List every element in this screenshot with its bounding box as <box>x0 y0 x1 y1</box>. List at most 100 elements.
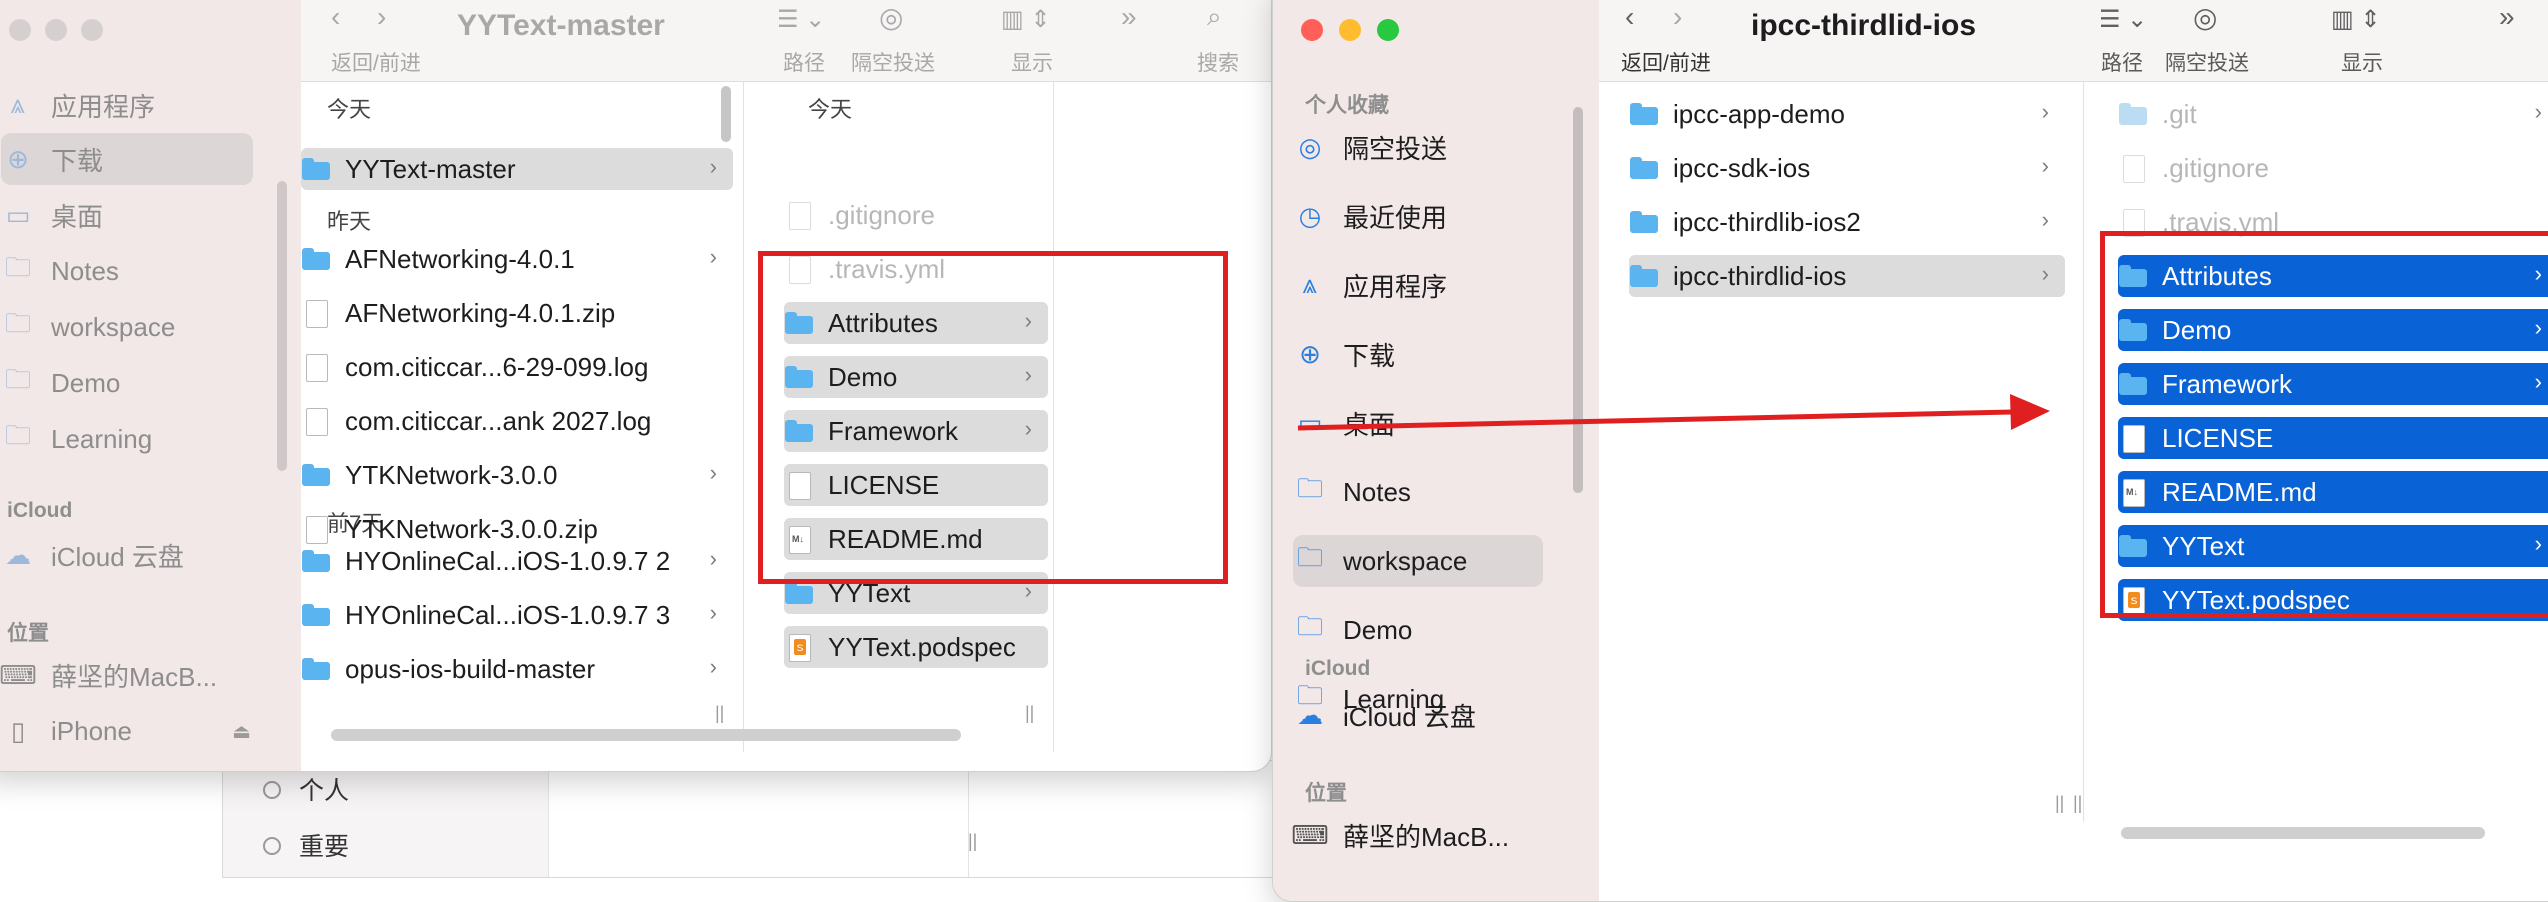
sidebar-item-label: Demo <box>1343 614 1413 645</box>
item-name: .gitignore <box>828 199 935 230</box>
sidebar-item-notes[interactable]: 🗀 Notes <box>1 245 233 297</box>
list-item[interactable]: ipcc-app-demo › <box>1629 93 2065 135</box>
path-list-icon[interactable]: ☰ ⌄ <box>777 5 825 34</box>
close-button[interactable] <box>9 19 31 41</box>
list-item[interactable]: ipcc-thirdlid-ios › <box>1629 255 2065 297</box>
airdrop-icon[interactable]: ◎ <box>879 1 903 34</box>
list-item[interactable]: AFNetworking-4.0.1.zip <box>301 292 733 334</box>
sidebar-item-label: iCloud 云盘 <box>1343 701 1476 732</box>
horizontal-scrollbar[interactable] <box>2121 827 2485 839</box>
column-resize-handle[interactable]: || <box>2073 793 2082 814</box>
sidebar-item[interactable]: ⩓ 应用程序 <box>1293 259 1543 311</box>
sidebar-item[interactable]: ⊕ 下载 <box>1293 328 1543 380</box>
airdrop-icon[interactable]: ◎ <box>2193 1 2217 34</box>
horizontal-scrollbar[interactable] <box>331 729 961 741</box>
folder-icon <box>301 656 331 682</box>
list-item[interactable]: ipcc-thirdlib-ios2 › <box>1629 201 2065 243</box>
background-finder-window: 个人 重要 || <box>222 760 1284 878</box>
annotation-arrow <box>1297 394 2050 431</box>
forward-arrow-icon[interactable]: › <box>1673 1 1682 33</box>
folder-icon: 🗀 <box>1296 542 1323 572</box>
search-icon[interactable]: ⌕ <box>1207 1 1222 33</box>
column-resize-handle[interactable]: || <box>715 703 724 724</box>
sidebar-item[interactable]: ◎ 隔空投送 <box>1293 121 1543 173</box>
zip-file-icon <box>301 300 331 328</box>
chevron-right-icon: › <box>2041 153 2049 178</box>
folder-icon: 🗀 <box>1296 473 1323 503</box>
sidebar-item[interactable]: 🗀 Demo <box>1293 604 1543 656</box>
document-icon <box>784 202 814 230</box>
tag-important[interactable]: 重要 <box>263 827 349 863</box>
path-list-icon[interactable]: ☰ ⌄ <box>2099 5 2147 34</box>
cloud-icon: ☁ <box>5 539 31 570</box>
list-item[interactable]: .gitignore <box>2118 147 2548 189</box>
arrow-shaft <box>1297 409 2013 431</box>
zoom-button[interactable] <box>1377 19 1399 41</box>
column-resize-handle[interactable]: || <box>2055 793 2064 814</box>
column-resize-handle[interactable]: || <box>968 831 977 852</box>
list-item[interactable]: YTKNetwork-3.0.0 › <box>301 454 733 496</box>
list-item[interactable]: ｓ YYText.podspec <box>784 626 1048 668</box>
back-arrow-icon[interactable]: ‹ <box>331 1 340 33</box>
sidebar-item-applications[interactable]: ⩓ 应用程序 <box>1 79 233 131</box>
sidebar-item-demo[interactable]: 🗀 Demo <box>1 357 233 409</box>
sidebar-item-macbook[interactable]: ⌨ 薛坚的MacB... <box>1291 809 1543 861</box>
item-name: AFNetworking-4.0.1 <box>345 243 575 274</box>
path-label: 路径 <box>2101 52 2143 75</box>
column-scrollbar[interactable] <box>721 86 731 142</box>
background-sidebar: 个人 重要 <box>223 761 548 877</box>
chevron-right-icon: › <box>709 154 717 179</box>
sidebar-section-locations: 位置 <box>7 622 49 645</box>
eject-icon[interactable]: ⏏ <box>232 719 251 744</box>
sidebar-item-workspace[interactable]: 🗀 workspace <box>1 301 233 353</box>
sidebar-item-icloud-drive[interactable]: ☁ iCloud 云盘 <box>1 529 233 581</box>
sidebar-item-label: 薛坚的MacB... <box>51 661 218 692</box>
folder-icon <box>1629 209 1659 235</box>
window-title: YYText-master <box>457 9 665 42</box>
download-icon: ⊕ <box>7 143 29 174</box>
chevron-right-icon: › <box>2041 261 2049 286</box>
sidebar-item-icloud-drive[interactable]: ☁ iCloud 云盘 <box>1293 689 1543 741</box>
sidebar-item[interactable]: 🗀 workspace <box>1293 535 1543 587</box>
group-header-yesterday: 昨天 <box>327 209 372 234</box>
list-item[interactable]: com.citiccar...6-29-099.log <box>301 346 733 388</box>
folder-icon <box>1629 263 1659 289</box>
view-columns-icon[interactable]: ▥ ⇕ <box>1001 5 1050 34</box>
tag-personal[interactable]: 个人 <box>263 771 349 807</box>
back-arrow-icon[interactable]: ‹ <box>1625 1 1634 33</box>
sidebar-item-macbook[interactable]: ⌨ 薛坚的MacB... <box>0 649 233 701</box>
zoom-button[interactable] <box>81 19 103 41</box>
list-item[interactable]: AFNetworking-4.0.1 › <box>301 238 733 280</box>
list-item[interactable]: HYOnlineCal...iOS-1.0.9.7 2 › <box>301 540 733 582</box>
sidebar-item[interactable]: 🗀 Notes <box>1293 466 1543 518</box>
chevron-right-icon: › <box>709 546 717 571</box>
list-item[interactable]: opus-ios-build-master › <box>301 648 733 690</box>
folder-icon <box>301 602 331 628</box>
document-icon <box>2118 155 2148 183</box>
sidebar-scrollbar[interactable] <box>277 181 287 471</box>
sidebar-item-learning[interactable]: 🗀 Learning <box>1 413 233 465</box>
list-item[interactable]: ipcc-sdk-ios › <box>1629 147 2065 189</box>
minimize-button[interactable] <box>45 19 67 41</box>
sidebar-item-label: workspace <box>51 311 176 342</box>
left-toolbar: ‹ › 返回/前进 YYText-master ☰ ⌄ 路径 ◎ 隔空投送 ▥ … <box>301 0 1271 82</box>
more-chevron-icon[interactable]: » <box>2499 1 2515 33</box>
forward-arrow-icon[interactable]: › <box>377 1 386 33</box>
sidebar-item[interactable]: ◷ 最近使用 <box>1293 190 1543 242</box>
close-button[interactable] <box>1301 19 1323 41</box>
sidebar-item-label: iPhone <box>51 715 132 746</box>
minimize-button[interactable] <box>1339 19 1361 41</box>
sidebar-item-downloads[interactable]: ⊕ 下载 <box>1 133 253 185</box>
column-resize-handle[interactable]: || <box>1025 703 1034 724</box>
list-item-yytext-master[interactable]: YYText-master › <box>301 148 733 190</box>
list-item[interactable]: .gitignore <box>784 194 1048 236</box>
list-item[interactable]: .git › <box>2118 93 2548 135</box>
item-name: YYText-master <box>345 153 516 184</box>
more-chevron-icon[interactable]: » <box>1121 1 1137 33</box>
airdrop-label: 隔空投送 <box>851 52 935 75</box>
list-item[interactable]: com.citiccar...ank 2027.log <box>301 400 733 442</box>
view-columns-icon[interactable]: ▥ ⇕ <box>2331 5 2380 34</box>
sidebar-item-desktop[interactable]: ▭ 桌面 <box>1 189 233 241</box>
sidebar-item-iphone[interactable]: ▯ iPhone ⏏ <box>1 705 251 757</box>
list-item[interactable]: HYOnlineCal...iOS-1.0.9.7 3 › <box>301 594 733 636</box>
